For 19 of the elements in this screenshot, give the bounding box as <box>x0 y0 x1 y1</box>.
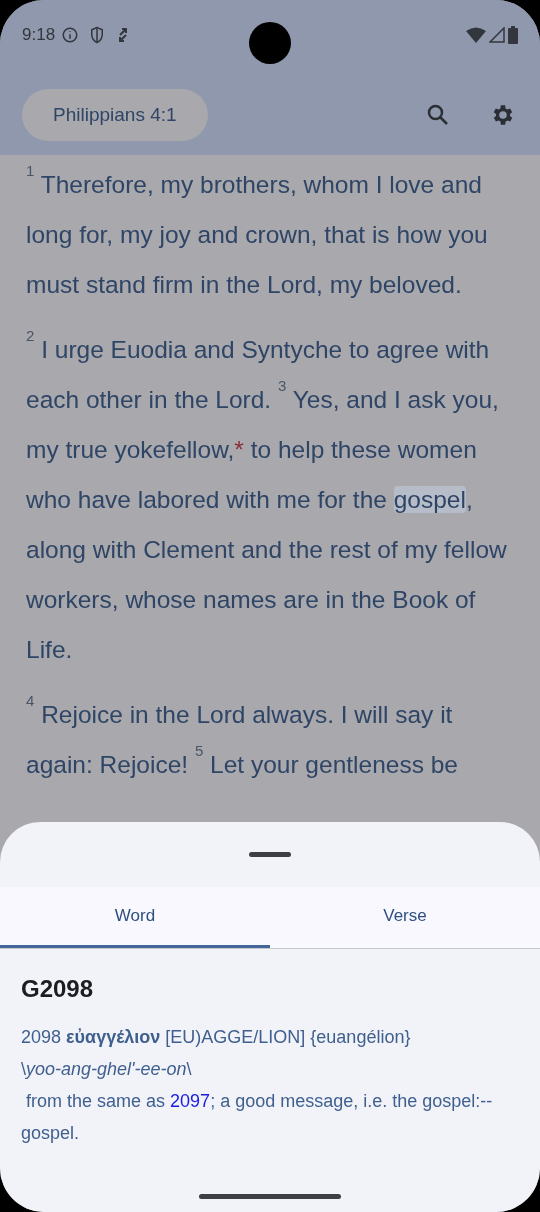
strongs-link[interactable]: 2097 <box>170 1091 211 1111</box>
tab[interactable]: Word <box>0 887 270 948</box>
wifi-icon <box>466 27 486 43</box>
tab[interactable]: Verse <box>270 887 540 948</box>
search-icon[interactable] <box>426 103 450 127</box>
verse-paragraph: $^{2}$ I urge Euodia and Syntyche to agree with each other in the Lord. $^{3}$ Yes, and I ask you, my true yokefellow,* to help these women who have labored with me for the gospel, along with Clement and the rest of my fellow workers, whose names are in the Book of Life. <box>26 325 508 665</box>
drag-handle[interactable] <box>249 852 291 857</box>
status-time: 9:18 <box>22 24 56 47</box>
reference-button[interactable]: Philippians 4:1 <box>22 89 208 141</box>
verse-paragraph: $^{4}$ Rejoice in the Lord always. I will say it again: Rejoice! $^{5}$ Let your gentleness be <box>26 690 459 780</box>
shield-icon <box>89 26 106 44</box>
definition-text: 2098 εὐαγγέλιον [EU)AGGE/LION] {euangélion} \yoo-ang-ghel'-ee-on\ from the same as 2097; a good message, i.e. the gospel:--gospel. <box>21 1026 494 1145</box>
signal-icon <box>489 27 505 43</box>
camera-hole <box>249 22 291 64</box>
sync-icon <box>117 27 130 43</box>
entry-title: G2098 <box>21 974 95 1004</box>
verse-paragraph: $^{1}$ Therefore, my brothers, whom I love and long for, my joy and crown, that is how you must stand firm in the Lord, my beloved. <box>26 160 489 300</box>
info-icon <box>61 26 80 44</box>
battery-icon <box>508 26 518 44</box>
